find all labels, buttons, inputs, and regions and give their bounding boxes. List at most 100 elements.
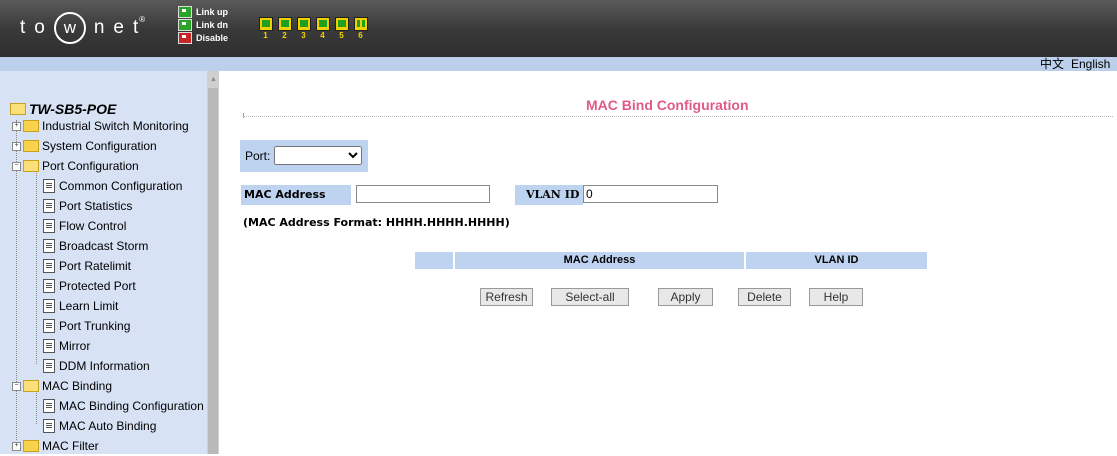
page-icon [43, 419, 55, 433]
logo-trademark: ® [139, 14, 146, 24]
page-icon [43, 179, 55, 193]
sidebar-item-common-configuration[interactable]: Common Configuration [43, 176, 182, 196]
sidebar-item-label: System Configuration [42, 139, 157, 153]
port-number: 2 [282, 31, 287, 40]
open-folder-icon [23, 380, 39, 392]
sidebar-item-mac-auto-binding[interactable]: MAC Auto Binding [43, 416, 156, 436]
mac-address-input[interactable] [356, 185, 490, 203]
vlan-id-input[interactable] [583, 185, 718, 203]
port-2[interactable]: 2 [277, 17, 292, 41]
page-icon [43, 339, 55, 353]
sidebar-item-industrial-switch-monitoring[interactable]: + Industrial Switch Monitoring [12, 116, 189, 136]
link-up-icon [178, 5, 192, 18]
brand-logo: to w net ® [20, 10, 153, 46]
legend-disable: Disable [196, 32, 229, 43]
sidebar-item-label: Common Configuration [59, 179, 183, 193]
sidebar-item-label: MAC Binding [42, 379, 113, 393]
sidebar-item-label: Industrial Switch Monitoring [42, 119, 189, 133]
port-icon [315, 17, 330, 31]
page-icon [43, 279, 55, 293]
port-5[interactable]: 5 [334, 17, 349, 41]
binding-table-header: MAC Address VLAN ID [415, 252, 929, 269]
sidebar-item-label: MAC Filter [42, 439, 99, 453]
lang-chinese-link[interactable]: 中文 [1040, 57, 1064, 71]
sidebar-item-system-configuration[interactable]: + System Configuration [12, 136, 157, 156]
sidebar-item-label: Protected Port [59, 279, 136, 293]
collapse-icon[interactable]: − [12, 161, 21, 171]
legend-link-down: Link dn [196, 19, 228, 30]
port-select[interactable] [274, 146, 362, 165]
page-icon [43, 239, 55, 253]
sidebar-item-mac-filter[interactable]: + MAC Filter [12, 436, 99, 456]
delete-button[interactable]: Delete [738, 288, 791, 306]
apply-button[interactable]: Apply [658, 288, 713, 306]
port-icon [277, 17, 292, 31]
sidebar-item-ddm-information[interactable]: DDM Information [43, 356, 150, 376]
collapse-icon[interactable]: − [12, 381, 21, 391]
header-bar: to w net ® Link up Link dn Disable 1 2 3… [0, 0, 1117, 57]
port-icon [334, 17, 349, 31]
port-panel: 1 2 3 4 5 6 [258, 17, 372, 41]
port-3[interactable]: 3 [296, 17, 311, 41]
sidebar-item-broadcast-storm[interactable]: Broadcast Storm [43, 236, 148, 256]
help-button[interactable]: Help [809, 288, 863, 306]
port-status-legend: Link up Link dn Disable [178, 5, 228, 44]
sidebar-item-flow-control[interactable]: Flow Control [43, 216, 126, 236]
page-icon [43, 319, 55, 333]
sidebar-scrollbar[interactable]: ▲ [207, 71, 219, 454]
sidebar-item-protected-port[interactable]: Protected Port [43, 276, 136, 296]
sidebar-item-mac-binding-configuration[interactable]: MAC Binding Configuration [43, 396, 204, 416]
port-label: Port: [245, 149, 271, 163]
sidebar-item-label: Port Ratelimit [59, 259, 132, 273]
sidebar-item-label: Broadcast Storm [59, 239, 149, 253]
sidebar-item-port-configuration[interactable]: − Port Configuration [12, 156, 139, 176]
language-bar: 中文 English [0, 57, 1117, 71]
select-all-button[interactable]: Select-all [551, 288, 629, 306]
page-icon [43, 219, 55, 233]
refresh-button[interactable]: Refresh [480, 288, 533, 306]
page-icon [43, 299, 55, 313]
expand-icon[interactable]: + [12, 441, 21, 451]
sidebar-item-mirror[interactable]: Mirror [43, 336, 90, 356]
col-select-header[interactable] [415, 252, 455, 269]
page-icon [43, 199, 55, 213]
port-icon [296, 17, 311, 31]
scroll-up-icon[interactable]: ▲ [210, 76, 217, 83]
sidebar-item-label: Mirror [59, 339, 91, 353]
port-number: 5 [339, 31, 344, 40]
sidebar-item-port-statistics[interactable]: Port Statistics [43, 196, 132, 216]
sidebar-item-label: Port Trunking [59, 319, 131, 333]
port-number: 6 [358, 31, 363, 40]
device-root[interactable]: TW-SB5-POE [10, 101, 116, 117]
port-1[interactable]: 1 [258, 17, 273, 41]
sidebar-item-label: Port Statistics [59, 199, 133, 213]
legend-link-up: Link up [196, 6, 228, 17]
sidebar-item-label: Learn Limit [59, 299, 119, 313]
link-down-icon [178, 18, 192, 31]
sidebar-item-port-trunking[interactable]: Port Trunking [43, 316, 130, 336]
expand-icon[interactable]: + [12, 121, 21, 131]
page-icon [43, 399, 55, 413]
title-divider [243, 116, 1113, 117]
open-folder-icon [23, 160, 39, 172]
sidebar-item-mac-binding[interactable]: − MAC Binding [12, 376, 112, 396]
logo-circle-letter: w [53, 12, 86, 44]
sidebar-item-learn-limit[interactable]: Learn Limit [43, 296, 118, 316]
port-4[interactable]: 4 [315, 17, 330, 41]
page-icon [43, 259, 55, 273]
sidebar-item-port-ratelimit[interactable]: Port Ratelimit [43, 256, 131, 276]
folder-icon [23, 120, 39, 132]
expand-icon[interactable]: + [12, 141, 21, 151]
mac-address-label: MAC Address [241, 185, 351, 205]
folder-icon [23, 140, 39, 152]
sidebar-nav: TW-SB5-POE + Industrial Switch Monitoring… [0, 71, 207, 454]
lang-english-link[interactable]: English [1071, 57, 1110, 71]
port-number: 1 [263, 31, 268, 40]
fiber-port-icon [353, 17, 368, 31]
folder-icon [23, 440, 39, 452]
scrollbar-thumb[interactable] [208, 88, 218, 454]
page-icon [43, 359, 55, 373]
col-mac-address-header: MAC Address [455, 252, 746, 269]
port-select-panel: Port: [240, 140, 368, 172]
port-6[interactable]: 6 [353, 17, 368, 41]
